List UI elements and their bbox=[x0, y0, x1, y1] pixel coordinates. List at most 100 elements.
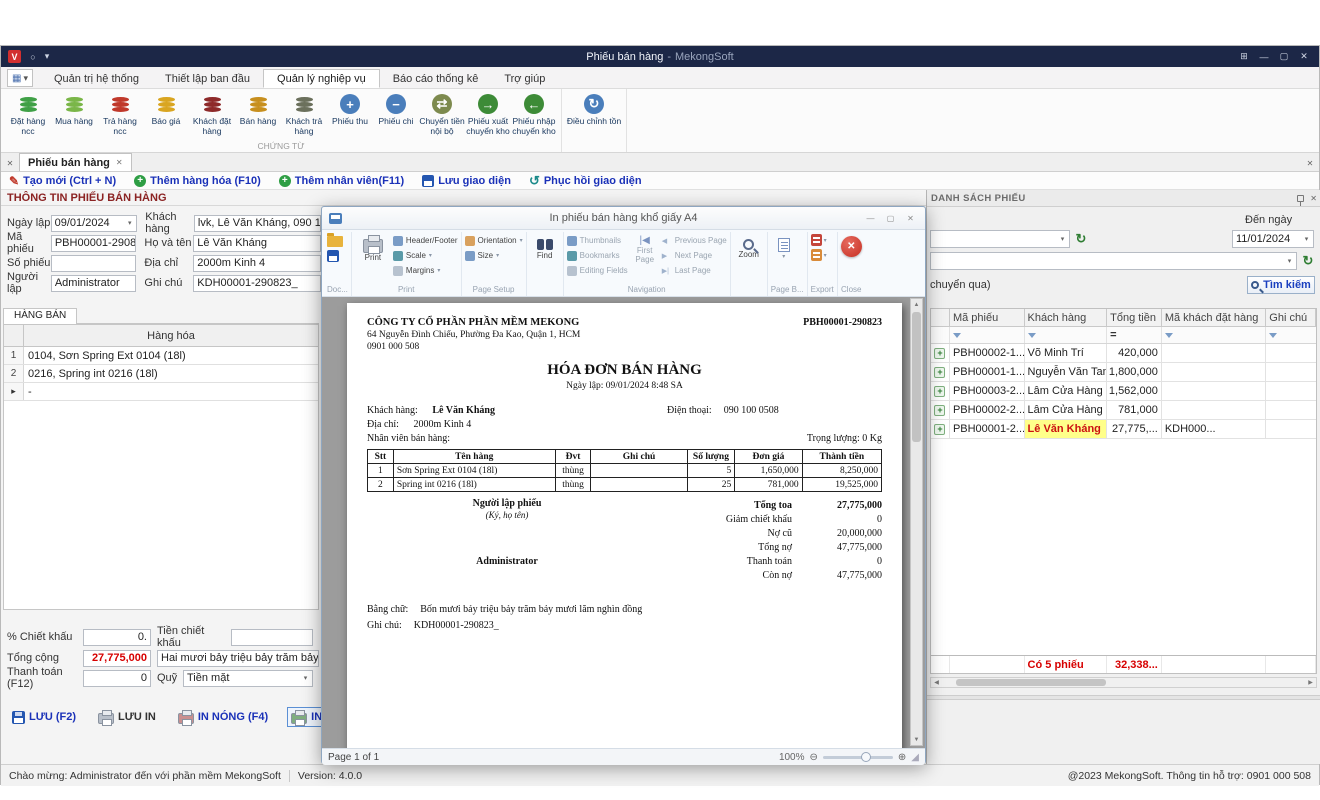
ribbon-item-chuyen-tien-noi-bo[interactable]: ⇄Chuyển tiền nội bộ bbox=[419, 91, 465, 137]
ribbon-item-ban-hang[interactable]: Bán hàng bbox=[235, 91, 281, 127]
quick-access-button[interactable]: ○ bbox=[26, 52, 40, 62]
next-page-button[interactable]: Next Page bbox=[662, 249, 727, 262]
expand-row-icon[interactable]: + bbox=[934, 424, 945, 435]
orientation-button[interactable]: Orientation bbox=[465, 234, 523, 247]
quy-select[interactable]: Tiền mặt bbox=[183, 670, 313, 687]
ngay-lap-input[interactable]: 09/01/2024 bbox=[51, 215, 138, 232]
layout-grid-button[interactable] bbox=[7, 69, 33, 87]
add-employee-button[interactable]: +Thêm nhân viên(F11) bbox=[279, 175, 404, 187]
vertical-scrollbar[interactable]: ▲ ▼ bbox=[910, 298, 923, 746]
close-icon[interactable] bbox=[1295, 49, 1313, 64]
scrollbar-thumb[interactable] bbox=[912, 312, 921, 442]
tien-chiet-khau-input[interactable] bbox=[231, 629, 313, 646]
maximize-icon[interactable] bbox=[1275, 49, 1293, 64]
save-layout-button[interactable]: Lưu giao diện bbox=[422, 175, 511, 187]
print-button[interactable]: Print bbox=[355, 234, 391, 263]
grid-row[interactable]: 1 0104, Sơn Spring Ext 0104 (18l) bbox=[4, 347, 318, 365]
grid-row[interactable]: 2 0216, Spring int 0216 (18l) bbox=[4, 365, 318, 383]
close-panel-icon[interactable] bbox=[1310, 194, 1317, 203]
save-button[interactable]: LƯU (F2) bbox=[9, 709, 79, 726]
page-background-button[interactable] bbox=[771, 234, 797, 260]
table-row-selected[interactable]: + PBH00001-2... Lê Văn Kháng 27,775,... … bbox=[931, 420, 1316, 439]
ribbon-item-phieu-xuat-chuyen-kho[interactable]: →Phiếu xuất chuyển kho bbox=[465, 91, 511, 137]
scroll-up-icon[interactable]: ▲ bbox=[914, 299, 920, 310]
column-header-ma-khach-dat-hang[interactable]: Mã khách đặt hàng bbox=[1162, 309, 1266, 326]
editing-fields-button[interactable]: Editing Fields bbox=[567, 264, 628, 277]
menu-tab-bao-cao-thong-ke[interactable]: Báo cáo thống kê bbox=[380, 69, 492, 88]
chevron-down-icon[interactable] bbox=[1057, 232, 1068, 246]
tab-hang-ban[interactable]: HÀNG BÁN bbox=[3, 308, 77, 324]
chevron-down-icon[interactable] bbox=[1301, 232, 1312, 246]
expand-row-icon[interactable]: + bbox=[934, 367, 945, 378]
column-header-hang-hoa[interactable]: Hàng hóa bbox=[24, 325, 318, 346]
margins-button[interactable]: Margins bbox=[393, 264, 458, 277]
menu-tab-quan-tri-he-thong[interactable]: Quản trị hệ thống bbox=[41, 69, 152, 88]
scroll-right-icon[interactable] bbox=[1305, 679, 1316, 686]
quick-access-caret-icon[interactable] bbox=[40, 51, 54, 62]
horizontal-scrollbar[interactable] bbox=[930, 677, 1317, 688]
ribbon-item-phieu-nhap-chuyen-kho[interactable]: ←Phiếu nhập chuyển kho bbox=[511, 91, 557, 137]
expand-row-icon[interactable]: + bbox=[934, 405, 945, 416]
chevron-down-icon[interactable] bbox=[1284, 254, 1295, 268]
header-footer-button[interactable]: Header/Footer bbox=[393, 234, 458, 247]
panel-splitter[interactable] bbox=[927, 695, 1320, 700]
ho-va-ten-input[interactable]: Lê Văn Kháng bbox=[193, 235, 321, 252]
dia-chi-input[interactable]: 2000m Kinh 4 bbox=[193, 255, 321, 272]
expand-row-icon[interactable]: + bbox=[934, 386, 945, 397]
quick-print-button[interactable]: IN NÓNG (F4) bbox=[175, 708, 271, 726]
dialog-titlebar[interactable]: In phiếu bán hàng khổ giấy A4 bbox=[322, 207, 925, 230]
so-phieu-input[interactable] bbox=[51, 255, 137, 272]
close-preview-icon[interactable] bbox=[841, 236, 862, 257]
thanh-toan-input[interactable]: 0 bbox=[83, 670, 151, 687]
search-button[interactable]: Tìm kiếm bbox=[1247, 276, 1315, 294]
column-header-tong-tien[interactable]: Tổng tiền bbox=[1107, 309, 1162, 326]
zoom-button[interactable]: Zoom bbox=[734, 234, 764, 260]
ma-phieu-input[interactable]: PBH00001-290823 bbox=[51, 235, 137, 252]
close-panel-icon[interactable] bbox=[1301, 155, 1319, 171]
save-document-icon[interactable] bbox=[327, 250, 339, 262]
dialog-minimize-icon[interactable] bbox=[862, 211, 879, 225]
column-header-ghi-chu[interactable]: Ghi chú bbox=[1266, 309, 1316, 326]
new-record-button[interactable]: Tạo mới (Ctrl + N) bbox=[9, 174, 116, 188]
ribbon-item-tra-hang-ncc[interactable]: Trả hàng ncc bbox=[97, 91, 143, 137]
scroll-down-icon[interactable]: ▼ bbox=[914, 734, 920, 745]
zoom-out-icon[interactable] bbox=[810, 752, 818, 763]
last-page-button[interactable]: Last Page bbox=[662, 264, 727, 277]
menu-tab-quan-ly-nghiep-vu[interactable]: Quản lý nghiệp vụ bbox=[263, 69, 380, 88]
pin-icon[interactable] bbox=[1297, 195, 1304, 202]
ribbon-item-dieu-chinh-ton[interactable]: ↻Điều chỉnh tồn bbox=[566, 91, 622, 127]
chiet-khau-input[interactable]: 0. bbox=[83, 629, 151, 646]
export-pdf-button[interactable] bbox=[811, 234, 827, 246]
find-button[interactable]: Find bbox=[530, 234, 560, 261]
table-row[interactable]: + PBH00002-1... Võ Minh Trí 420,000 bbox=[931, 344, 1316, 363]
size-button[interactable]: Size bbox=[465, 249, 523, 262]
minimize-icon[interactable] bbox=[1255, 49, 1273, 64]
customer-filter-combo[interactable] bbox=[930, 252, 1297, 270]
scrollbar-thumb[interactable] bbox=[956, 679, 1106, 686]
layout-toggle-icon[interactable] bbox=[1235, 49, 1253, 64]
zoom-slider[interactable] bbox=[823, 756, 893, 759]
table-row[interactable]: + PBH00003-2... Lâm Cửa Hàng 1,562,000 bbox=[931, 382, 1316, 401]
ghi-chu-input[interactable]: KDH00001-290823_ bbox=[193, 275, 321, 292]
refresh-icon[interactable] bbox=[1301, 253, 1315, 269]
tab-phieu-ban-hang[interactable]: Phiếu bán hàng bbox=[19, 153, 132, 171]
bookmarks-button[interactable]: Bookmarks bbox=[567, 249, 628, 262]
ribbon-item-mua-hang[interactable]: Mua hàng bbox=[51, 91, 97, 127]
resize-grip-icon[interactable] bbox=[911, 752, 919, 763]
menu-tab-tro-giup[interactable]: Trợ giúp bbox=[491, 69, 558, 88]
thumbnails-button[interactable]: Thumbnails bbox=[567, 234, 628, 247]
close-tab-icon[interactable] bbox=[116, 158, 123, 167]
ribbon-item-khach-dat-hang[interactable]: Khách đặt hàng bbox=[189, 91, 235, 137]
zoom-slider-thumb[interactable] bbox=[861, 752, 871, 762]
previous-page-button[interactable]: Previous Page bbox=[662, 234, 727, 247]
export-file-button[interactable] bbox=[811, 249, 827, 261]
restore-layout-button[interactable]: Phục hồi giao diện bbox=[529, 173, 642, 189]
menu-tab-thiet-lap-ban-dau[interactable]: Thiết lập ban đầu bbox=[152, 69, 263, 88]
chevron-down-icon[interactable] bbox=[300, 672, 311, 685]
column-header-khach-hang[interactable]: Khách hàng bbox=[1025, 309, 1108, 326]
refresh-icon[interactable] bbox=[1074, 231, 1088, 247]
dialog-close-icon[interactable] bbox=[902, 211, 919, 225]
close-all-tabs-icon[interactable] bbox=[1, 155, 19, 171]
expand-row-icon[interactable]: + bbox=[934, 348, 945, 359]
save-print-button[interactable]: LƯU IN bbox=[95, 708, 159, 726]
